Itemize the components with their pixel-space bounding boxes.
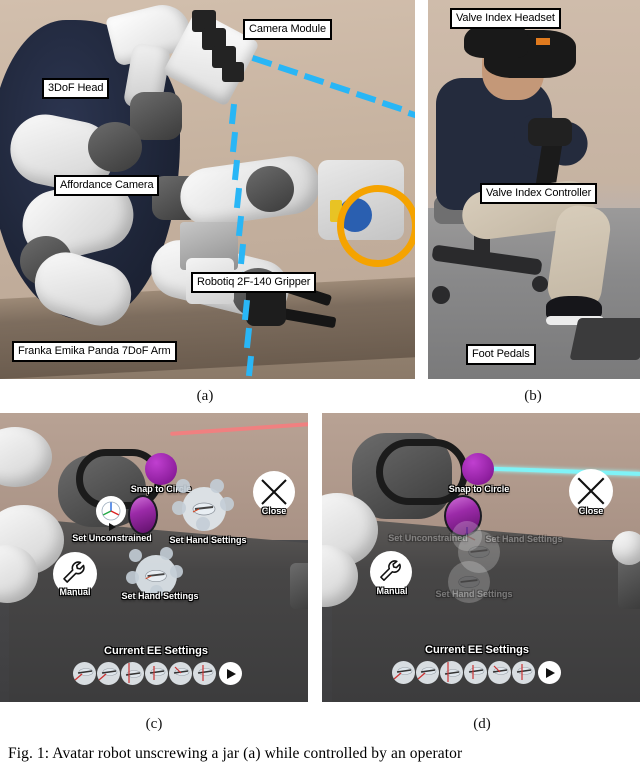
annotation-valve-index-controller: Valve Index Controller: [480, 183, 598, 204]
vr-robot-gripper-cable-d: [376, 439, 468, 505]
menu-label-snap-to-circle-d: Snap to Circle: [448, 484, 510, 494]
ee-settings-bar: [73, 662, 242, 685]
annotation-3dof-head: 3DoF Head: [42, 78, 110, 99]
panel-c-vr-menu: Snap to Circle Set Unconstrained Set Han…: [0, 413, 308, 702]
highlight-circle-jar: [337, 185, 415, 267]
ee-pose-icon-4-d[interactable]: [464, 661, 487, 684]
ee-pose-icon-1[interactable]: [73, 662, 96, 685]
ee-pose-icon-2[interactable]: [97, 662, 120, 685]
panel-b-operator: Valve Index Headset Valve Index Controll…: [428, 0, 640, 379]
magenta-sphere-icon[interactable]: [145, 453, 177, 485]
ee-settings-title-d: Current EE Settings: [425, 644, 529, 656]
vr-robot-link-right-d: [612, 531, 640, 565]
hand-settings-sat-4[interactable]: [172, 501, 186, 515]
hand-settings-sat-8[interactable]: [129, 549, 142, 562]
wrench-glyph-d: [379, 559, 401, 581]
annotation-foot-pedals: Foot Pedals: [466, 344, 536, 365]
play-next-glyph: [226, 668, 236, 679]
menu-label-set-hand-settings-right: Set Hand Settings: [169, 535, 247, 545]
hand-settings-sat-9[interactable]: [126, 571, 139, 584]
magenta-sphere-icon-d[interactable]: [462, 453, 494, 485]
subcaption-a: (a): [196, 388, 214, 404]
office-chair-wheel-2: [532, 276, 548, 292]
camera-lens-4: [222, 62, 244, 82]
play-next-glyph-d: [545, 667, 555, 678]
ee-pose-icon-2-d[interactable]: [416, 661, 439, 684]
ee-pose-icon-3-d[interactable]: [440, 661, 463, 684]
ee-pose-icon-5[interactable]: [169, 662, 192, 685]
axes-gizmo-play-icon[interactable]: [106, 521, 118, 533]
menu-label-set-hand-settings-right-d: Set Hand Settings: [485, 534, 563, 544]
gaze-guide-line-diagonal: [250, 52, 415, 142]
ee-settings-title: Current EE Settings: [104, 645, 208, 657]
figure-1: Camera Module 3DoF Head Affordance Camer…: [0, 0, 640, 772]
office-chair-wheel-1: [432, 286, 450, 304]
ee-pose-icon-6-d[interactable]: [512, 661, 535, 684]
ee-pose-icon-6[interactable]: [193, 662, 216, 685]
ee-settings-bar-d: [392, 661, 561, 684]
axes-gizmo-glyph: [101, 501, 121, 521]
hand-settings-sat-2[interactable]: [220, 497, 234, 511]
ee-pose-icon-4[interactable]: [145, 662, 168, 685]
ee-pose-icon-3[interactable]: [121, 662, 144, 685]
ee-pose-icon-1-d[interactable]: [392, 661, 415, 684]
menu-label-set-hand-settings-left-d: Set Hand Settings: [435, 589, 513, 599]
gaze-guide-line-vertical: [228, 103, 258, 379]
panel-d-vr-menu-selected: Snap to Circle Set Unconstrained Set Han…: [322, 413, 640, 702]
annotation-valve-index-headset: Valve Index Headset: [450, 8, 561, 29]
close-x-glyph: [261, 479, 287, 505]
play-next-icon-d[interactable]: [538, 661, 561, 684]
menu-label-close: Close: [261, 506, 287, 516]
hand-settings-sat-5[interactable]: [196, 517, 210, 531]
annotation-camera-module: Camera Module: [243, 19, 332, 40]
vr-controller-head: [528, 118, 572, 146]
menu-label-close-d: Close: [578, 506, 604, 516]
hand-settings-sat-1[interactable]: [210, 479, 224, 493]
annotation-franka-arm: Franka Emika Panda 7DoF Arm: [12, 341, 177, 362]
annotation-robotiq-gripper: Robotiq 2F-140 Gripper: [191, 272, 317, 293]
ee-pose-icon-5-d[interactable]: [488, 661, 511, 684]
hand-settings-sat-6[interactable]: [160, 547, 173, 560]
menu-label-manual-d: Manual: [376, 586, 408, 596]
subcaption-c: (c): [145, 716, 163, 732]
menu-label-set-hand-settings-left: Set Hand Settings: [121, 591, 199, 601]
vr-robot-gripper-right: [290, 563, 308, 609]
annotation-affordance-camera: Affordance Camera: [54, 175, 160, 196]
hand-settings-sat-3[interactable]: [176, 479, 190, 493]
hand-settings-sat-7[interactable]: [170, 565, 183, 578]
left-arm-joint-1: [88, 122, 142, 172]
close-x-glyph-d: [577, 477, 605, 505]
magenta-target-ellipse[interactable]: [128, 495, 158, 535]
play-triangle-glyph: [109, 523, 116, 531]
panel-a-avatar-robot: Camera Module 3DoF Head Affordance Camer…: [0, 0, 415, 379]
figure-caption: Fig. 1: Avatar robot unscrewing a jar (a…: [8, 745, 463, 762]
wrench-glyph: [63, 561, 85, 583]
menu-label-manual: Manual: [59, 587, 91, 597]
subcaption-b: (b): [524, 388, 542, 404]
foot-pedal-device: [569, 318, 640, 360]
subcaption-d: (d): [473, 716, 491, 732]
play-next-icon[interactable]: [219, 662, 242, 685]
vr-headset-orange-accent: [536, 38, 550, 45]
